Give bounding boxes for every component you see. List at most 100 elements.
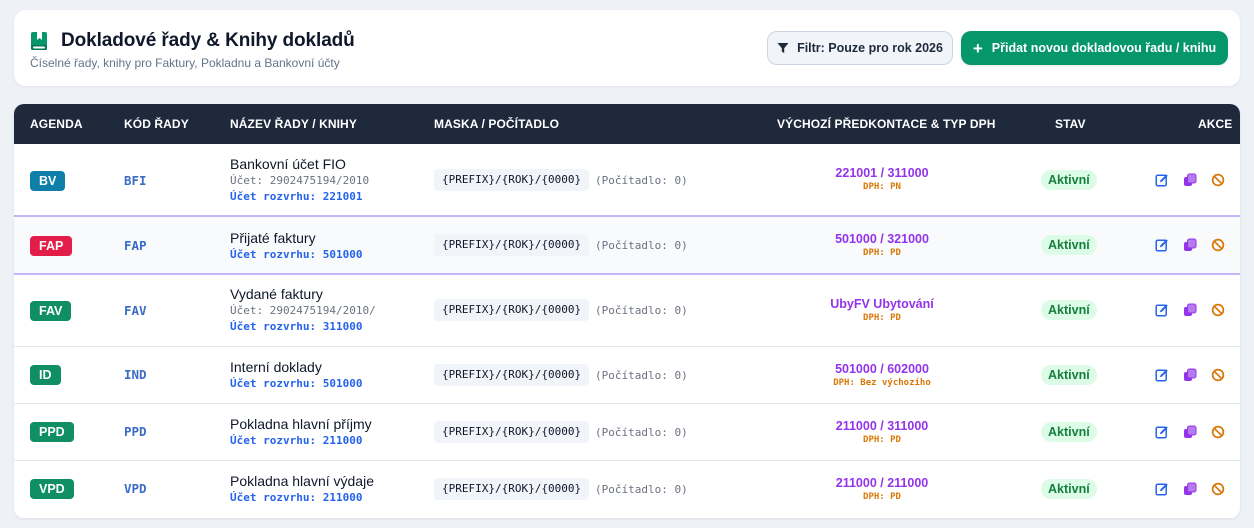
series-mask: {PREFIX}/{ROK}/{0000} — [434, 299, 590, 321]
vat-type: DPH: PD — [863, 248, 901, 258]
series-name-block: Vydané faktury Účet: 2902475194/2010/ Úč… — [230, 285, 376, 335]
chart-account: Účet rozvrhu: 501000 — [230, 248, 363, 261]
filter-label: Filtr: Pouze pro rok 2026 — [797, 41, 943, 55]
series-name-block: Bankovní účet FIO Účet: 2902475194/2010 … — [230, 155, 369, 205]
status-badge: Aktivní — [1041, 300, 1097, 320]
agenda-badge: BV — [30, 171, 66, 191]
page-header: Dokladové řady & Knihy dokladů Číselné ř… — [14, 10, 1240, 86]
column-header-actions: AKCE — [1198, 117, 1233, 131]
status-badge: Aktivní — [1041, 235, 1097, 255]
column-header-code: KÓD ŘADY — [124, 117, 189, 131]
series-name-block: Pokladna hlavní výdaje Účet rozvrhu: 211… — [230, 472, 374, 506]
copy-icon[interactable] — [1183, 425, 1197, 439]
edit-icon[interactable] — [1155, 173, 1169, 187]
status-badge: Aktivní — [1041, 479, 1097, 499]
series-mask: {PREFIX}/{ROK}/{0000} — [434, 421, 590, 443]
series-name: Bankovní účet FIO — [230, 156, 346, 172]
edit-icon[interactable] — [1155, 482, 1169, 496]
predkontace-cell: 221001 / 311000 DPH: PN — [782, 165, 982, 193]
series-counter: (Počítadlo: 0) — [595, 483, 688, 496]
chart-account: Účet rozvrhu: 501000 — [230, 377, 363, 390]
vat-type: DPH: PD — [863, 435, 901, 445]
disable-icon[interactable] — [1211, 368, 1225, 382]
predkontace-cell: 211000 / 211000 DPH: PD — [782, 475, 982, 503]
series-counter: (Počítadlo: 0) — [595, 174, 688, 187]
predkontace-cell: 501000 / 321000 DPH: PD — [782, 231, 982, 259]
table-row: FAP FAP Přijaté faktury Účet rozvrhu: 50… — [14, 215, 1240, 275]
filter-icon — [777, 43, 789, 53]
series-counter: (Počítadlo: 0) — [595, 239, 688, 252]
disable-icon[interactable] — [1211, 173, 1225, 187]
filter-button[interactable]: Filtr: Pouze pro rok 2026 — [767, 31, 953, 65]
status-badge: Aktivní — [1041, 365, 1097, 385]
edit-icon[interactable] — [1155, 238, 1169, 252]
disable-icon[interactable] — [1211, 238, 1225, 252]
vat-type: DPH: PD — [863, 492, 901, 502]
chart-account: Účet rozvrhu: 221001 — [230, 190, 363, 203]
table-row: VPD VPD Pokladna hlavní výdaje Účet rozv… — [14, 461, 1240, 518]
series-mask: {PREFIX}/{ROK}/{0000} — [434, 169, 590, 191]
add-series-button[interactable]: + Přidat novou dokladovou řadu / knihu — [961, 31, 1228, 65]
series-name-block: Pokladna hlavní příjmy Účet rozvrhu: 211… — [230, 415, 372, 449]
agenda-badge: FAV — [30, 301, 72, 321]
copy-icon[interactable] — [1183, 173, 1197, 187]
disable-icon[interactable] — [1211, 482, 1225, 496]
bank-account: Účet: 2902475194/2010/ — [230, 304, 376, 317]
chart-account: Účet rozvrhu: 211000 — [230, 491, 363, 504]
series-code: VPD — [124, 481, 147, 496]
title-row: Dokladové řady & Knihy dokladů — [30, 30, 355, 52]
chart-account: Účet rozvrhu: 211000 — [230, 434, 363, 447]
disable-icon[interactable] — [1211, 303, 1225, 317]
agenda-badge: PPD — [30, 422, 74, 442]
agenda-badge: VPD — [30, 479, 74, 499]
series-counter: (Počítadlo: 0) — [595, 304, 688, 317]
edit-icon[interactable] — [1155, 303, 1169, 317]
agenda-badge: ID — [30, 365, 61, 385]
series-mask: {PREFIX}/{ROK}/{0000} — [434, 234, 590, 256]
status-badge: Aktivní — [1041, 422, 1097, 442]
series-code: PPD — [124, 424, 147, 439]
series-name: Pokladna hlavní výdaje — [230, 473, 374, 489]
vat-type: DPH: PD — [863, 313, 901, 323]
table-header: AGENDA KÓD ŘADY NÁZEV ŘADY / KNIHY MASKA… — [14, 104, 1240, 144]
bank-account: Účet: 2902475194/2010 — [230, 174, 370, 187]
series-name-block: Přijaté faktury Účet rozvrhu: 501000 — [230, 229, 362, 263]
status-badge: Aktivní — [1041, 170, 1097, 190]
copy-icon[interactable] — [1183, 368, 1197, 382]
edit-icon[interactable] — [1155, 368, 1169, 382]
predkontace-cell: 501000 / 602000 DPH: Bez výchozího — [782, 361, 982, 389]
series-name: Pokladna hlavní příjmy — [230, 416, 372, 432]
edit-icon[interactable] — [1155, 425, 1169, 439]
predkontace-accounts: 501000 / 602000 — [835, 362, 929, 376]
copy-icon[interactable] — [1183, 303, 1197, 317]
table-row: PPD PPD Pokladna hlavní příjmy Účet rozv… — [14, 404, 1240, 461]
copy-icon[interactable] — [1183, 238, 1197, 252]
table-row: ID IND Interní doklady Účet rozvrhu: 501… — [14, 347, 1240, 404]
series-table: AGENDA KÓD ŘADY NÁZEV ŘADY / KNIHY MASKA… — [14, 104, 1240, 518]
predkontace-cell: 211000 / 311000 DPH: PD — [782, 418, 982, 446]
series-code: BFI — [124, 173, 147, 188]
table-row: BV BFI Bankovní účet FIO Účet: 290247519… — [14, 144, 1240, 216]
agenda-badge: FAP — [30, 236, 73, 256]
book-icon — [30, 31, 50, 51]
predkontace-accounts: 211000 / 311000 — [835, 419, 929, 433]
copy-icon[interactable] — [1183, 482, 1197, 496]
chart-account: Účet rozvrhu: 311000 — [230, 320, 363, 333]
vat-type: DPH: Bez výchozího — [833, 378, 931, 388]
column-header-status: STAV — [1055, 117, 1086, 131]
vat-type: DPH: PN — [863, 182, 901, 192]
predkontace-accounts: UbyFV Ubytování — [830, 297, 934, 311]
series-code: IND — [124, 367, 147, 382]
disable-icon[interactable] — [1211, 425, 1225, 439]
column-header-predkontace: VÝCHOZÍ PŘEDKONTACE & TYP DPH — [777, 117, 996, 131]
series-mask: {PREFIX}/{ROK}/{0000} — [434, 364, 590, 386]
series-mask: {PREFIX}/{ROK}/{0000} — [434, 478, 590, 500]
column-header-name: NÁZEV ŘADY / KNIHY — [230, 117, 357, 131]
page-subtitle: Číselné řady, knihy pro Faktury, Pokladn… — [30, 56, 340, 70]
predkontace-accounts: 211000 / 211000 — [835, 476, 929, 490]
table-row: FAV FAV Vydané faktury Účet: 2902475194/… — [14, 275, 1240, 347]
series-name-block: Interní doklady Účet rozvrhu: 501000 — [230, 358, 362, 392]
series-name: Interní doklady — [230, 359, 322, 375]
series-name: Přijaté faktury — [230, 230, 316, 246]
predkontace-accounts: 221001 / 311000 — [835, 166, 929, 180]
